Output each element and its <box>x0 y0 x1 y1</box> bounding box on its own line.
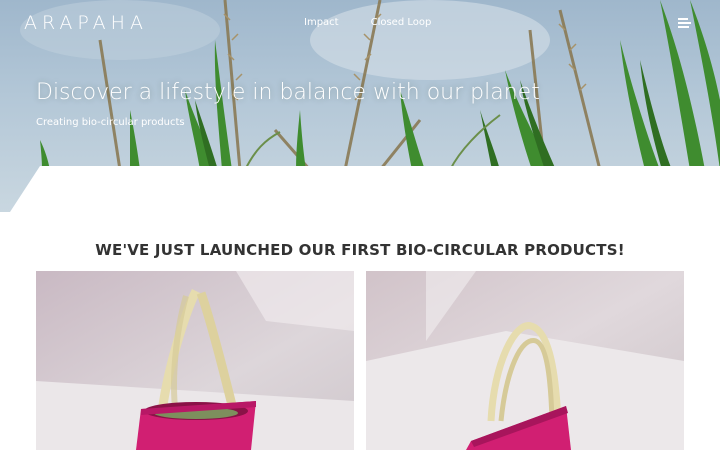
hero-subheadline: Creating bio-circular products <box>36 117 185 128</box>
hero-banner: ARAPAHA Impact Closed Loop Discover a li… <box>0 0 720 212</box>
hamburger-menu-icon[interactable] <box>678 16 692 30</box>
hero-headline: Discover a lifestyle in balance with our… <box>36 80 540 105</box>
brand-logo[interactable]: ARAPAHA <box>24 12 148 34</box>
product-card-2[interactable] <box>366 271 684 450</box>
page: ARAPAHA Impact Closed Loop Discover a li… <box>0 0 720 450</box>
nav-link-closed-loop[interactable]: Closed Loop <box>371 17 432 28</box>
product-card-1[interactable] <box>36 271 354 450</box>
product-image-tote-bag <box>366 271 684 450</box>
product-image-tote-bag <box>36 271 354 450</box>
nav-link-impact[interactable]: Impact <box>304 17 339 28</box>
angled-divider-shape <box>10 166 720 212</box>
main-nav: Impact Closed Loop <box>304 17 431 28</box>
section-title: WE'VE JUST LAUNCHED OUR FIRST BIO-CIRCUL… <box>95 241 625 259</box>
